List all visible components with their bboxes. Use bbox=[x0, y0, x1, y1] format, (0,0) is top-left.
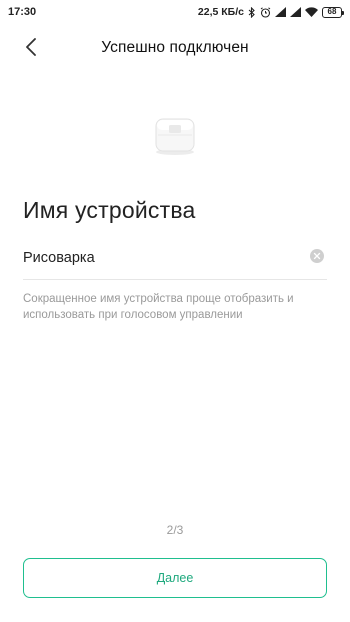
battery-level: 68 bbox=[327, 7, 337, 16]
step-indicator: 2/3 bbox=[166, 523, 184, 537]
device-name-input[interactable] bbox=[23, 246, 293, 270]
signal-icon bbox=[290, 7, 301, 17]
battery-icon: 68 bbox=[322, 6, 344, 18]
bluetooth-icon bbox=[248, 6, 256, 18]
header: Успешно подключен bbox=[0, 28, 350, 68]
network-speed: 22,5 КБ/с bbox=[197, 6, 244, 18]
alarm-icon bbox=[260, 6, 271, 18]
chevron-left-icon bbox=[25, 37, 37, 61]
page-title: Успешно подключен bbox=[101, 39, 249, 56]
wifi-icon bbox=[305, 7, 318, 17]
signal-icon bbox=[275, 7, 286, 17]
next-button[interactable]: Далее bbox=[23, 558, 327, 598]
rice-cooker-icon bbox=[152, 112, 198, 158]
clear-button[interactable] bbox=[310, 249, 324, 263]
hint-text: Сокращенное имя устройства проще отобраз… bbox=[23, 293, 294, 321]
status-time: 17:30 bbox=[8, 6, 37, 18]
back-button[interactable] bbox=[18, 36, 44, 62]
clear-icon bbox=[313, 247, 321, 265]
status-bar: 17:30 22,5 КБ/с 68 bbox=[0, 0, 350, 24]
device-name-field bbox=[23, 238, 327, 280]
status-icons: 22,5 КБ/с 68 bbox=[197, 6, 344, 18]
section-title: Имя устройства bbox=[23, 197, 196, 223]
